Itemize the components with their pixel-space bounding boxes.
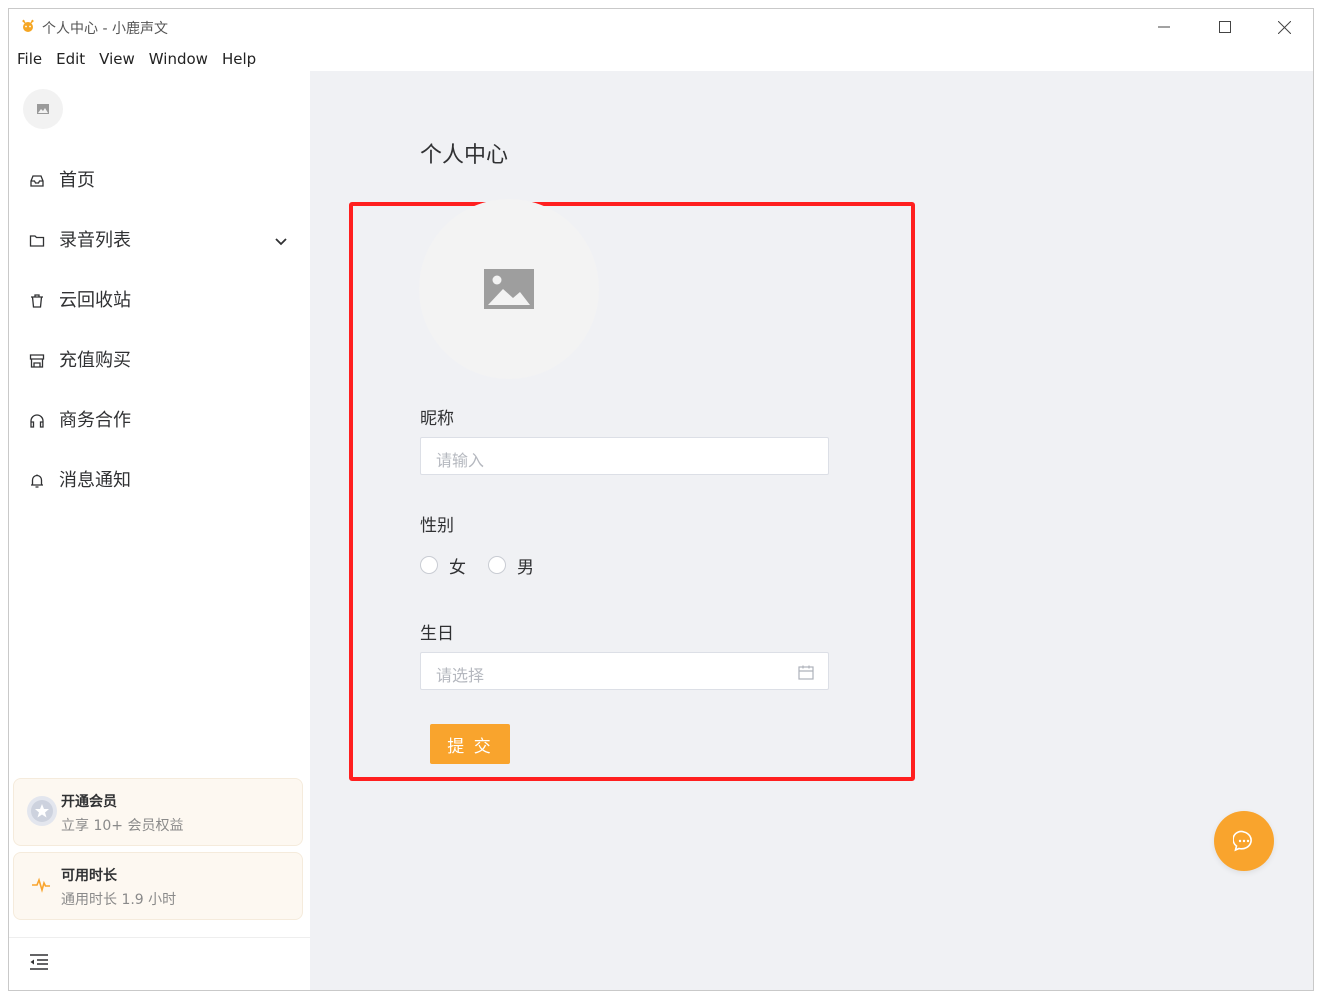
sidebar-item-home[interactable]: 首页: [9, 161, 310, 201]
inbox-icon: [30, 175, 44, 187]
nickname-label: 昵称: [420, 409, 454, 429]
folder-icon: [29, 235, 45, 247]
duration-subtitle: 通用时长 1.9 小时: [61, 892, 177, 908]
menu-help[interactable]: Help: [222, 47, 256, 71]
gender-option-female[interactable]: 女: [449, 553, 466, 578]
menu-edit[interactable]: Edit: [56, 47, 85, 71]
calendar-icon: [798, 665, 814, 680]
sidebar-item-label: 商务合作: [59, 410, 131, 431]
sidebar-item-purchase[interactable]: 充值购买: [9, 341, 310, 381]
headphones-icon: [30, 414, 44, 428]
user-avatar[interactable]: [23, 89, 63, 129]
sidebar-item-label: 消息通知: [59, 470, 131, 491]
chevron-down-icon: [275, 238, 287, 246]
sidebar-item-notifications[interactable]: 消息通知: [9, 461, 310, 501]
duration-title: 可用时长: [61, 868, 117, 884]
gender-radio-female[interactable]: [420, 556, 438, 574]
gender-option-male[interactable]: 男: [517, 553, 534, 578]
app-window: 个人中心 - 小鹿声文 File Edit View Window Help 首…: [8, 8, 1314, 991]
sidebar-item-label: 充值购买: [59, 350, 131, 371]
nickname-input[interactable]: 请输入: [420, 437, 829, 475]
menu-view[interactable]: View: [99, 47, 135, 71]
close-button[interactable]: [1262, 13, 1306, 41]
image-placeholder-icon: [484, 269, 534, 309]
window-title: 个人中心 - 小鹿声文: [42, 21, 168, 37]
gender-radio-male[interactable]: [488, 556, 506, 574]
sidebar: 首页 录音列表 云回收站 充值购买 商务合作 消息通知 开通会员 立享 10+ …: [9, 71, 310, 990]
maximize-icon: [1219, 21, 1231, 33]
profile-avatar-upload[interactable]: [419, 199, 599, 379]
title-bar: 个人中心 - 小鹿声文: [9, 9, 1313, 45]
birthday-picker[interactable]: 请选择: [420, 652, 829, 690]
nickname-placeholder: 请输入: [436, 451, 485, 470]
membership-card[interactable]: 开通会员 立享 10+ 会员权益: [13, 778, 303, 846]
close-icon: [1277, 20, 1291, 34]
sidebar-item-label: 录音列表: [59, 230, 131, 251]
collapse-sidebar-icon[interactable]: [29, 953, 49, 971]
submit-button[interactable]: 提 交: [430, 724, 510, 764]
sidebar-item-label: 首页: [59, 170, 95, 191]
sidebar-item-recordings[interactable]: 录音列表: [9, 221, 310, 261]
gender-label: 性别: [420, 516, 454, 536]
sidebar-item-recycle-bin[interactable]: 云回收站: [9, 281, 310, 321]
chat-bubble-icon: [1233, 830, 1252, 852]
store-icon: [29, 354, 45, 368]
trash-icon: [31, 294, 43, 308]
bell-icon: [31, 474, 43, 488]
menu-window[interactable]: Window: [149, 47, 208, 71]
membership-title: 开通会员: [61, 794, 117, 810]
maximize-button[interactable]: [1203, 13, 1247, 41]
minimize-icon: [1158, 26, 1170, 28]
sidebar-item-label: 云回收站: [59, 290, 131, 311]
membership-subtitle: 立享 10+ 会员权益: [61, 818, 184, 834]
vip-badge-icon: [27, 796, 57, 826]
sidebar-item-business[interactable]: 商务合作: [9, 401, 310, 441]
birthday-label: 生日: [420, 624, 454, 644]
menu-bar: File Edit View Window Help: [9, 47, 262, 71]
chat-support-button[interactable]: [1214, 811, 1274, 871]
minimize-button[interactable]: [1142, 13, 1186, 41]
deer-app-icon: [22, 19, 34, 32]
image-placeholder-icon: [37, 104, 49, 114]
sidebar-divider: [9, 937, 310, 938]
birthday-placeholder: 请选择: [436, 666, 485, 685]
main-content: 个人中心 昵称 请输入 性别 女 男 生日 请选择 提 交: [310, 71, 1313, 990]
waveform-icon: [32, 877, 50, 893]
duration-card[interactable]: 可用时长 通用时长 1.9 小时: [13, 852, 303, 920]
menu-file[interactable]: File: [17, 47, 42, 71]
page-title: 个人中心: [420, 143, 509, 168]
